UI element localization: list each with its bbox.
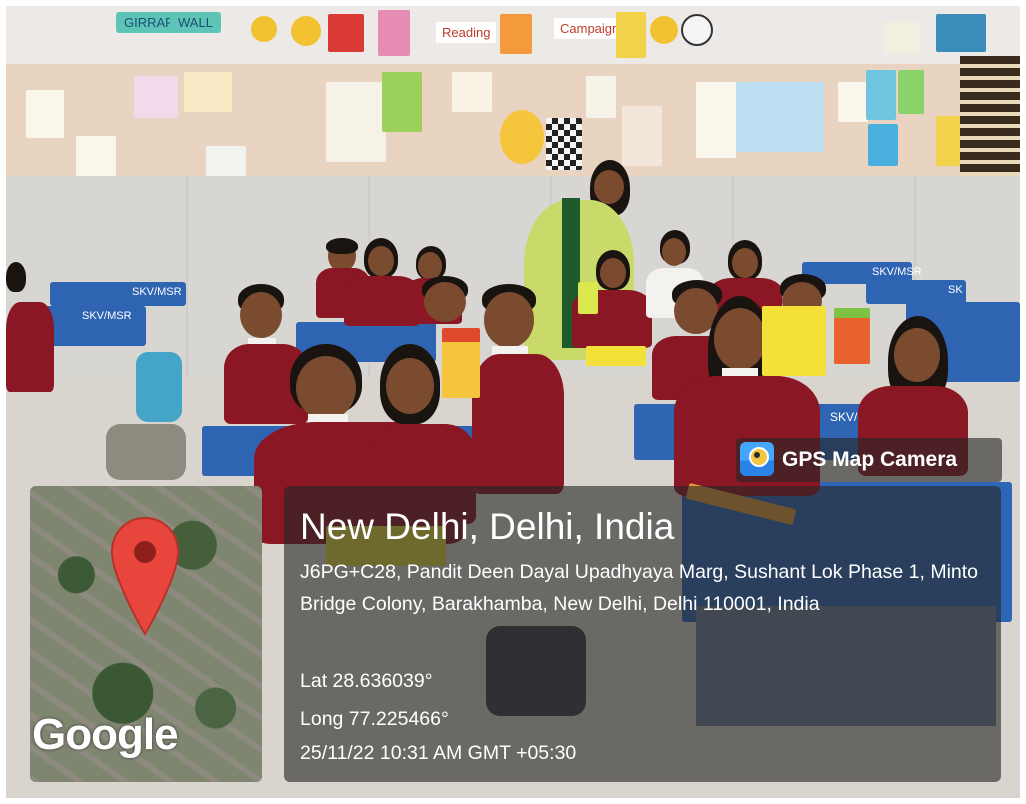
location-info-card: New Delhi, Delhi, India J6PG+C28, Pandit… bbox=[284, 486, 1001, 782]
wall-label-wall: WALL bbox=[170, 12, 221, 33]
wall-art-red-card bbox=[328, 14, 364, 52]
longitude: Long 77.225466° bbox=[300, 708, 449, 730]
badge-label: GPS Map Camera bbox=[782, 448, 958, 471]
drawing bbox=[898, 70, 924, 114]
craft-paper bbox=[442, 328, 480, 398]
wall-art-card bbox=[378, 10, 410, 56]
wall-label-reading: Reading bbox=[436, 22, 497, 43]
wall-art-sun bbox=[291, 16, 321, 46]
craft-paper bbox=[762, 306, 826, 376]
drawing bbox=[184, 72, 232, 112]
google-logo: Google bbox=[32, 710, 179, 759]
location-title: New Delhi, Delhi, India bbox=[300, 506, 675, 547]
school-bag bbox=[106, 424, 186, 480]
drawing bbox=[134, 76, 178, 118]
drawing bbox=[382, 72, 422, 132]
wall-art-sun bbox=[251, 16, 277, 42]
drawing bbox=[868, 124, 898, 166]
drawing bbox=[866, 70, 896, 120]
desk-label: SKV/MSR bbox=[132, 286, 182, 298]
drawing bbox=[586, 76, 616, 118]
latitude: Lat 28.636039° bbox=[300, 670, 433, 692]
map-thumbnail: Google bbox=[30, 486, 262, 782]
wall-art-card bbox=[500, 14, 532, 54]
craft-paper bbox=[586, 346, 646, 366]
drawing bbox=[838, 82, 868, 122]
school-bag bbox=[136, 352, 182, 422]
gps-map-camera-badge: GPS Map Camera bbox=[736, 438, 1002, 482]
student bbox=[472, 284, 572, 494]
craft-paper bbox=[834, 308, 870, 364]
wall-clock bbox=[681, 14, 713, 46]
timestamp: 25/11/22 10:31 AM GMT +05:30 bbox=[300, 742, 577, 764]
location-address: J6PG+C28, Pandit Deen Dayal Upadhyaya Ma… bbox=[300, 561, 979, 615]
wall-label-campaign: Campaign bbox=[554, 18, 626, 39]
camera-app-icon bbox=[740, 442, 774, 476]
drawing bbox=[326, 82, 386, 162]
wall-art-card bbox=[884, 22, 920, 54]
drawing bbox=[452, 72, 492, 112]
location-pin-icon bbox=[110, 516, 180, 636]
student bbox=[6, 262, 58, 462]
wall-art-card bbox=[616, 12, 646, 58]
drawing bbox=[26, 90, 64, 138]
desk-label: SK bbox=[948, 284, 963, 296]
desk-label: SKV/MSR bbox=[872, 266, 922, 278]
desk-label: SKV/MSR bbox=[82, 310, 132, 322]
wall-art-card bbox=[936, 14, 986, 52]
drawing bbox=[736, 82, 824, 152]
craft-paper bbox=[578, 282, 598, 314]
drawing bbox=[696, 82, 736, 158]
wall-art-sun bbox=[650, 16, 678, 44]
